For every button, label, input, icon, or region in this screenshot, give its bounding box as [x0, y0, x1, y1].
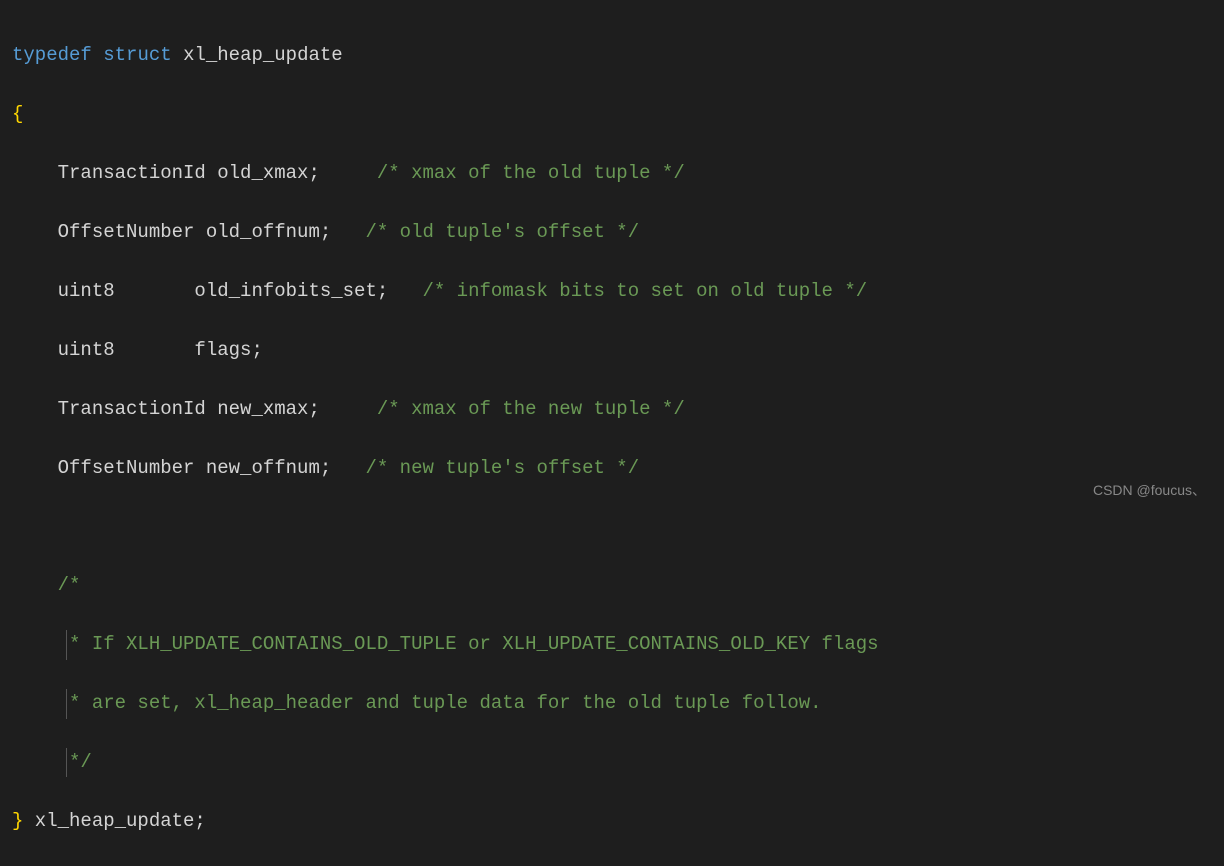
keyword-struct: struct — [103, 44, 171, 66]
comment-border — [66, 748, 67, 777]
code-line-12: * are set, xl_heap_header and tuple data… — [12, 689, 1212, 718]
inline-comment: /* xmax of the old tuple */ — [320, 162, 685, 184]
comment-border — [66, 630, 67, 659]
open-brace: { — [12, 103, 23, 125]
code-line-3: TransactionId old_xmax; /* xmax of the o… — [12, 159, 1212, 188]
code-line-13: */ — [12, 748, 1212, 777]
block-comment-line: * If XLH_UPDATE_CONTAINS_OLD_TUPLE or XL… — [12, 633, 879, 655]
comment-border — [66, 689, 67, 718]
field-decl: uint8 old_infobits_set; — [12, 280, 388, 302]
block-comment-start: /* — [12, 574, 80, 596]
code-line-1: typedef struct xl_heap_update — [12, 41, 1212, 70]
field-decl: uint8 flags; — [12, 339, 263, 361]
field-decl: OffsetNumber old_offnum; — [12, 221, 331, 243]
code-line-8: OffsetNumber new_offnum; /* new tuple's … — [12, 454, 1212, 483]
block-comment-line: * are set, xl_heap_header and tuple data… — [12, 692, 822, 714]
code-line-14: } xl_heap_update; — [12, 807, 1212, 836]
inline-comment: /* old tuple's offset */ — [331, 221, 639, 243]
inline-comment: /* infomask bits to set on old tuple */ — [388, 280, 867, 302]
inline-comment: /* xmax of the new tuple */ — [320, 398, 685, 420]
code-line-7: TransactionId new_xmax; /* xmax of the n… — [12, 395, 1212, 424]
field-decl: TransactionId old_xmax; — [12, 162, 320, 184]
field-decl: OffsetNumber new_offnum; — [12, 457, 331, 479]
code-line-2: { — [12, 100, 1212, 129]
inline-comment: /* new tuple's offset */ — [331, 457, 639, 479]
code-line-4: OffsetNumber old_offnum; /* old tuple's … — [12, 218, 1212, 247]
field-decl: TransactionId new_xmax; — [12, 398, 320, 420]
typedef-name: xl_heap_update; — [23, 810, 205, 832]
block-comment-end: */ — [12, 751, 92, 773]
code-line-5: uint8 old_infobits_set; /* infomask bits… — [12, 277, 1212, 306]
close-brace: } — [12, 810, 23, 832]
keyword-typedef: typedef — [12, 44, 92, 66]
code-line-10: /* — [12, 571, 1212, 600]
struct-name: xl_heap_update — [183, 44, 343, 66]
code-block: typedef struct xl_heap_update { Transact… — [12, 12, 1212, 866]
watermark-text: CSDN @foucus、 — [1093, 480, 1206, 502]
code-line-11: * If XLH_UPDATE_CONTAINS_OLD_TUPLE or XL… — [12, 630, 1212, 659]
code-line-6: uint8 flags; — [12, 336, 1212, 365]
code-line-blank — [12, 512, 1212, 541]
